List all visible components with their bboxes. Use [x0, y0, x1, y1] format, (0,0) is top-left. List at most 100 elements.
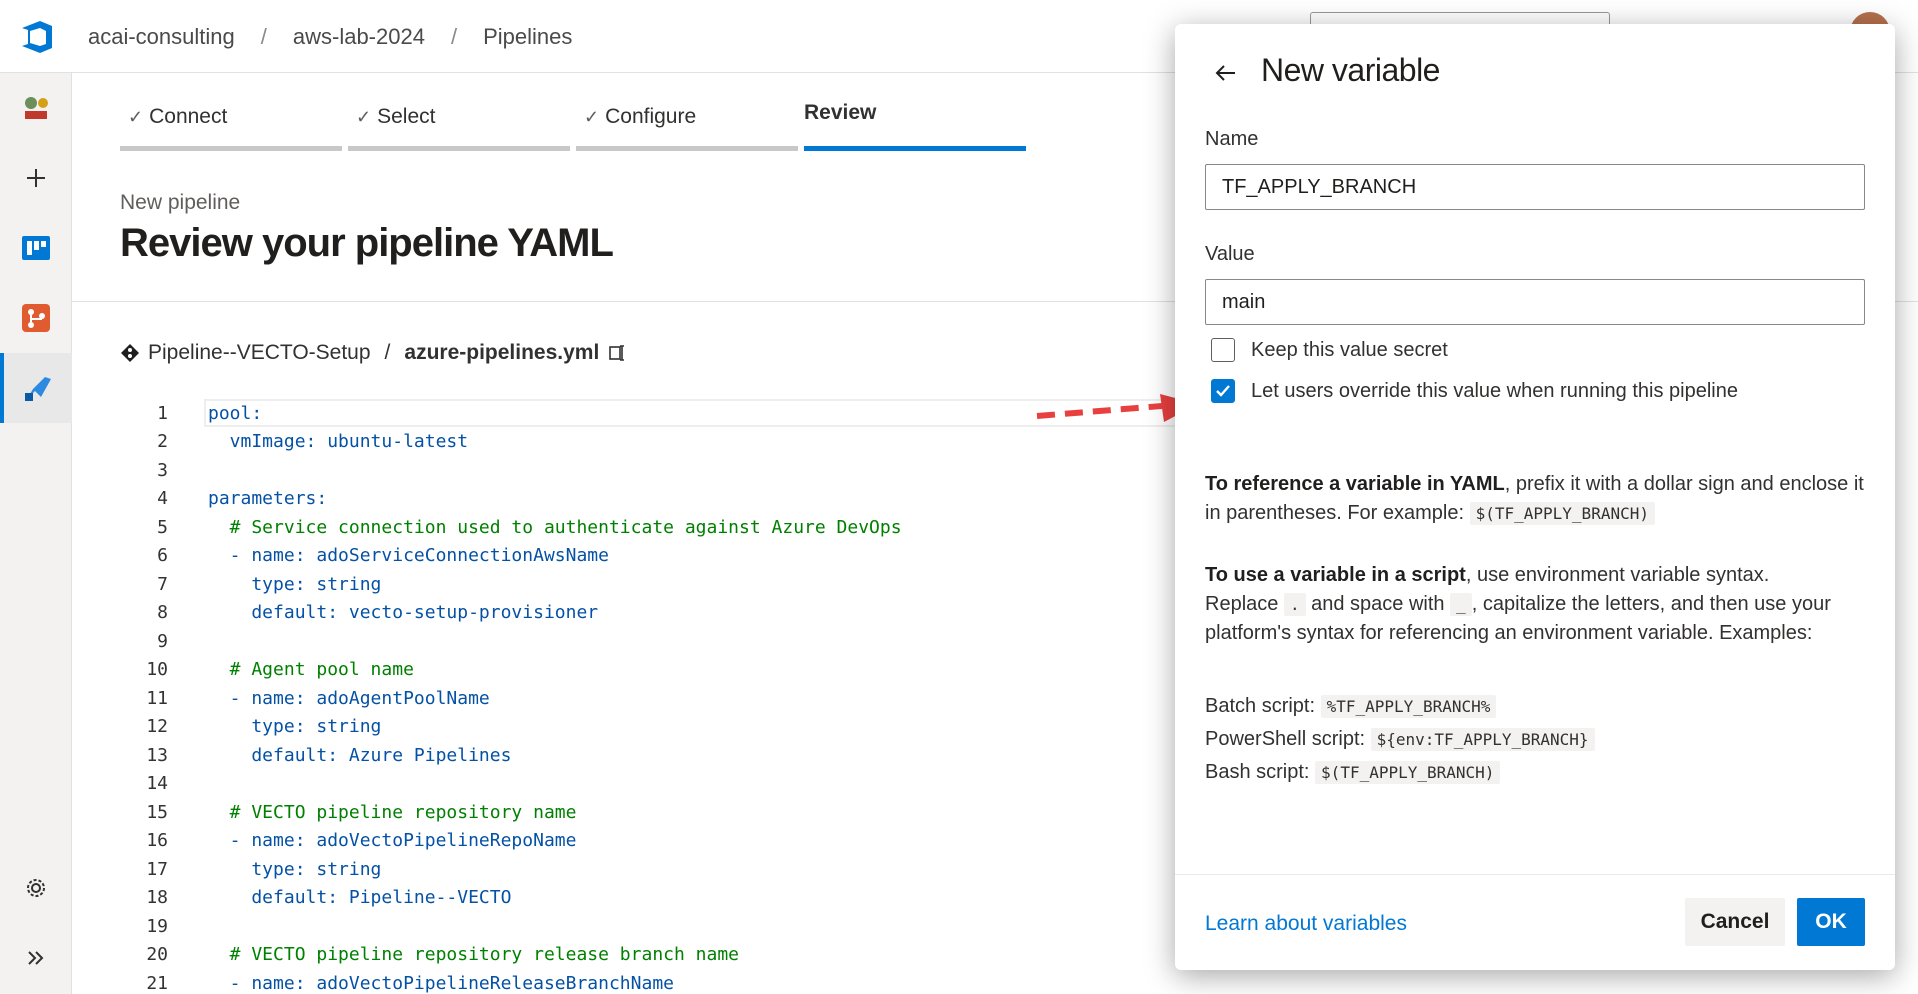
- code-text: # Agent pool name: [208, 659, 414, 681]
- code-line: 21 - name: adoVectoPipelineReleaseBranch…: [120, 969, 1220, 994]
- new-variable-dialog: New variable Name Value Keep this value …: [1175, 24, 1895, 970]
- expand-chevron-icon[interactable]: [0, 923, 72, 993]
- code-line: 11 - name: adoAgentPoolName: [120, 684, 1220, 713]
- breadcrumb-project[interactable]: aws-lab-2024: [293, 24, 425, 50]
- repo-name[interactable]: Pipeline--VECTO-Setup: [148, 341, 371, 365]
- override-checkbox-row[interactable]: Let users override this value when runni…: [1211, 379, 1738, 403]
- code-text: type: string: [208, 858, 382, 880]
- checkmark-icon: ✓: [128, 107, 144, 127]
- code-text: - name: adoAgentPoolName: [208, 687, 490, 709]
- code-text: type: string: [208, 716, 382, 738]
- secret-checkbox-row[interactable]: Keep this value secret: [1211, 338, 1448, 362]
- name-label: Name: [1205, 128, 1259, 150]
- code-line: 18 default: Pipeline--VECTO: [120, 884, 1220, 913]
- line-number: 13: [146, 744, 168, 766]
- page-subtitle: New pipeline: [120, 191, 241, 214]
- line-number: 14: [146, 773, 168, 795]
- line-number: 9: [157, 630, 168, 652]
- settings-gear-icon[interactable]: [0, 853, 72, 923]
- yaml-editor[interactable]: 1 pool: 2 vmImage: ubuntu-latest 3 4 paramete…: [120, 399, 1220, 994]
- override-checkbox-label: Let users override this value when runni…: [1251, 379, 1738, 402]
- code-text: - name: adoServiceConnectionAwsName: [208, 545, 609, 567]
- line-number: 20: [146, 944, 168, 966]
- code-line: 14: [120, 770, 1220, 799]
- secret-checkbox[interactable]: [1211, 338, 1235, 362]
- rename-icon[interactable]: [607, 343, 627, 363]
- ok-button[interactable]: OK: [1797, 898, 1865, 946]
- cancel-button[interactable]: Cancel: [1685, 898, 1785, 946]
- line-number: 10: [146, 659, 168, 681]
- boards-icon[interactable]: [0, 213, 72, 283]
- page-title: Review your pipeline YAML: [120, 221, 614, 265]
- step-configure[interactable]: ✓ Configure: [576, 99, 798, 151]
- add-icon[interactable]: [0, 143, 72, 213]
- script-usage-info: To use a variable in a script, use envir…: [1205, 564, 1831, 644]
- dialog-title: New variable: [1261, 52, 1440, 88]
- powershell-example: ${env:TF_APPLY_BRANCH}: [1370, 728, 1595, 751]
- yaml-reference-info: To reference a variable in YAML, prefix …: [1205, 473, 1864, 525]
- line-number: 18: [146, 887, 168, 909]
- bash-example: $(TF_APPLY_BRANCH): [1315, 761, 1501, 784]
- checkmark-icon: ✓: [356, 107, 372, 127]
- line-number: 21: [146, 972, 168, 994]
- line-number: 12: [146, 716, 168, 738]
- file-name[interactable]: azure-pipelines.yml: [404, 341, 599, 365]
- line-number: 16: [146, 830, 168, 852]
- secret-checkbox-label: Keep this value secret: [1251, 338, 1448, 361]
- back-arrow-icon[interactable]: [1211, 58, 1241, 88]
- repos-icon[interactable]: [0, 283, 72, 353]
- code-line: 12 type: string: [120, 713, 1220, 742]
- footer-divider: [1175, 874, 1895, 875]
- code-line: 17 type: string: [120, 855, 1220, 884]
- code-line: 10 # Agent pool name: [120, 656, 1220, 685]
- learn-about-variables-link[interactable]: Learn about variables: [1205, 912, 1407, 936]
- line-number: 8: [157, 602, 168, 624]
- code-line: 3: [120, 456, 1220, 485]
- code-text: vmImage: ubuntu-latest: [208, 431, 469, 453]
- line-number: 15: [146, 801, 168, 823]
- code-line: 5 # Service connection used to authentic…: [120, 513, 1220, 542]
- checkmark-icon: [1216, 385, 1230, 397]
- code-line: 4 parameters:: [120, 485, 1220, 514]
- breadcrumb: acai-consulting / aws-lab-2024 / Pipelin…: [88, 24, 573, 50]
- azure-devops-logo-icon[interactable]: [18, 18, 56, 56]
- pipelines-icon[interactable]: [0, 353, 72, 423]
- line-number: 6: [157, 545, 168, 567]
- file-path: Pipeline--VECTO-Setup / azure-pipelines.…: [120, 341, 627, 365]
- line-number: 1: [157, 402, 168, 424]
- code-text: - name: adoVectoPipelineRepoName: [208, 830, 577, 852]
- breadcrumb-org[interactable]: acai-consulting: [88, 24, 235, 50]
- step-connect[interactable]: ✓ Connect: [120, 99, 342, 151]
- code-text: parameters:: [208, 488, 328, 510]
- breadcrumb-section[interactable]: Pipelines: [483, 24, 572, 50]
- code-line: 16 - name: adoVectoPipelineRepoName: [120, 827, 1220, 856]
- line-number: 17: [146, 858, 168, 880]
- override-checkbox[interactable]: [1211, 379, 1235, 403]
- left-nav-rail: [0, 73, 72, 994]
- line-number: 2: [157, 431, 168, 453]
- code-line: 8 default: vecto-setup-provisioner: [120, 599, 1220, 628]
- wizard-steps: ✓ Connect ✓ Select ✓ Configure Review: [120, 99, 1026, 151]
- code-text: type: string: [208, 573, 382, 595]
- line-number: 19: [146, 915, 168, 937]
- code-line: 13 default: Azure Pipelines: [120, 741, 1220, 770]
- code-text: # VECTO pipeline repository name: [208, 801, 577, 823]
- batch-example: %TF_APPLY_BRANCH%: [1320, 695, 1497, 718]
- project-icon[interactable]: [0, 73, 72, 143]
- name-field[interactable]: [1205, 164, 1865, 210]
- git-diamond-icon: [121, 344, 139, 362]
- code-text: default: Pipeline--VECTO: [208, 887, 512, 909]
- code-text: # Service connection used to authenticat…: [208, 516, 902, 538]
- checkmark-icon: ✓: [584, 107, 600, 127]
- line-number: 11: [146, 687, 168, 709]
- step-review[interactable]: Review: [804, 99, 1026, 151]
- step-select[interactable]: ✓ Select: [348, 99, 570, 151]
- code-line: 6 - name: adoServiceConnectionAwsName: [120, 542, 1220, 571]
- line-number: 5: [157, 516, 168, 538]
- code-line: 7 type: string: [120, 570, 1220, 599]
- code-line: 9: [120, 627, 1220, 656]
- line-number: 4: [157, 488, 168, 510]
- code-text: - name: adoVectoPipelineReleaseBranchNam…: [208, 972, 674, 994]
- code-line: 15 # VECTO pipeline repository name: [120, 798, 1220, 827]
- value-field[interactable]: [1205, 279, 1865, 325]
